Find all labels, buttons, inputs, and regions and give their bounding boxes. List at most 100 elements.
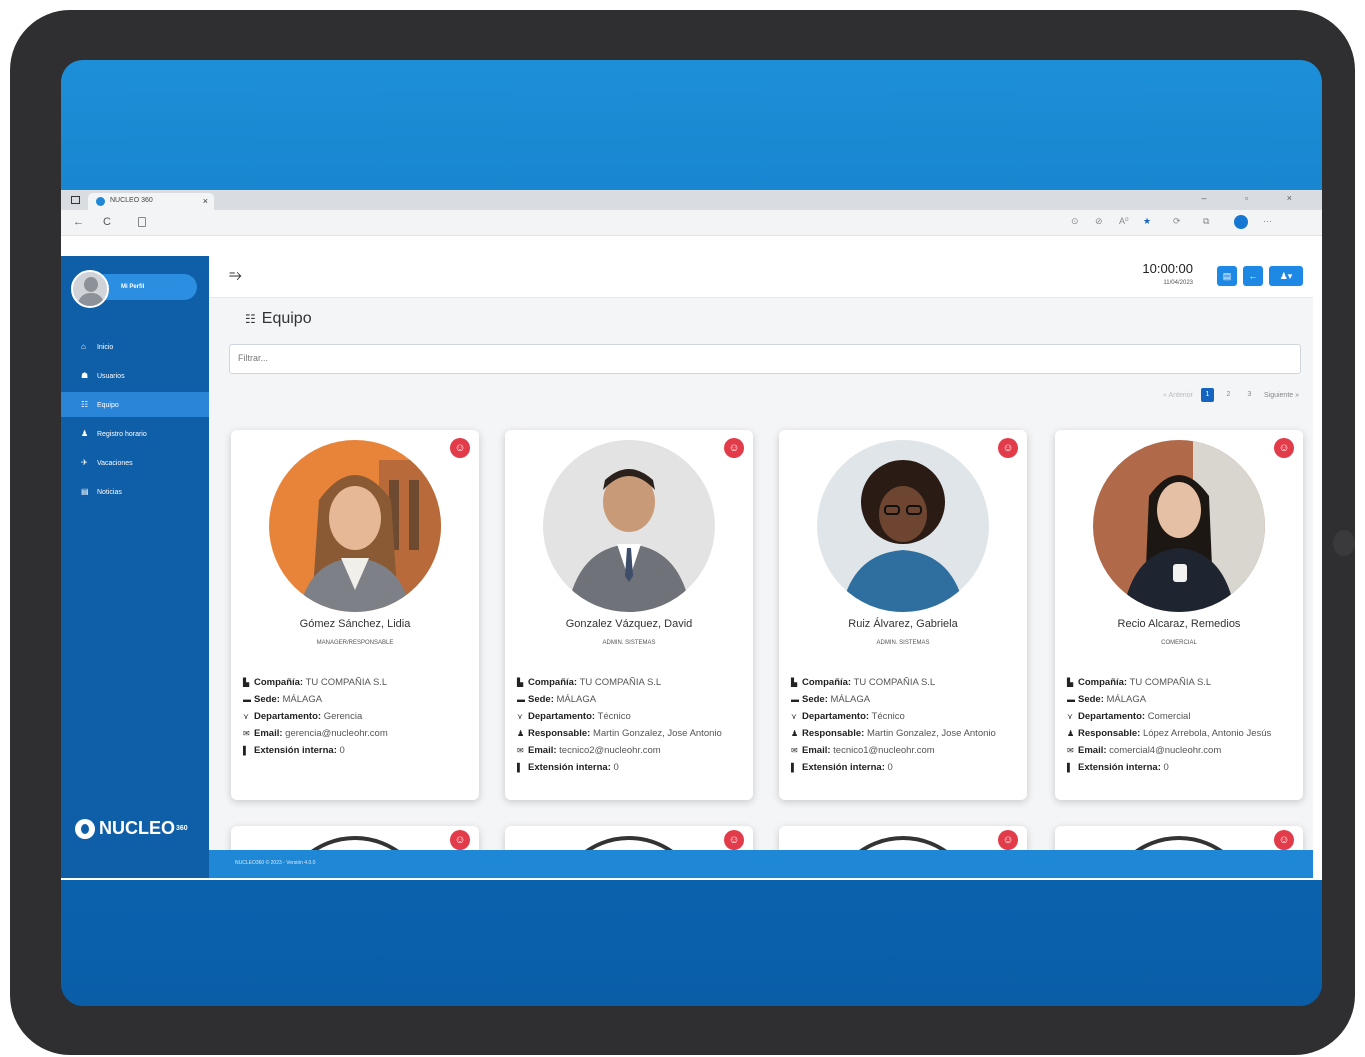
filter-input[interactable]: Filtrar... xyxy=(229,344,1301,374)
team-card[interactable]: ☺ Gonzalez Vázquez, David ADMIN. SISTEMA… xyxy=(505,430,753,800)
tablet-screen: NUCLEO 360 × – ▫ × ← C ⊙ ⊘ A⁰ ★ ⟳ ⧉ ⋯ Mi… xyxy=(61,60,1322,1006)
employee-name: Recio Alcaraz, Remedios xyxy=(1117,618,1241,630)
news-icon: ▤ xyxy=(81,487,89,496)
employee-photo xyxy=(1093,440,1265,612)
employee-name: Gómez Sánchez, Lidia xyxy=(299,618,411,630)
sidebar-item-vacaciones[interactable]: ✈ Vacaciones xyxy=(61,450,209,475)
tracking-icon[interactable]: ⊙ xyxy=(1071,216,1079,227)
employee-name: Gonzalez Vázquez, David xyxy=(565,618,693,630)
browser-profile-icon[interactable] xyxy=(1234,215,1248,229)
sidebar-item-usuarios[interactable]: ☗ Usuarios xyxy=(61,363,209,388)
pagination-page[interactable]: 3 xyxy=(1243,388,1256,402)
favorite-star-icon[interactable]: ★ xyxy=(1143,216,1151,227)
detail-extension: ▌ Extensión interna: 0 xyxy=(791,759,1017,776)
url-field[interactable] xyxy=(138,217,146,227)
tab-actions-icon[interactable] xyxy=(71,196,80,204)
vacation-icon: ✈ xyxy=(81,458,88,467)
clock-time: 10:00:00 xyxy=(1142,261,1193,276)
phone-icon: ▌ xyxy=(1067,763,1073,772)
team-card[interactable]: ☺ xyxy=(231,430,479,800)
envelope-icon: ✉ xyxy=(243,729,250,738)
avatar-head xyxy=(84,277,98,292)
team-icon: ☷ xyxy=(81,400,89,409)
window-controls[interactable]: – ▫ × xyxy=(1202,193,1310,203)
detail-department: ⋎ Departamento: Técnico xyxy=(791,708,1017,725)
profile-alert-icon[interactable]: ☺ xyxy=(724,438,744,458)
employee-details: ▙ Compañía: TU COMPAÑIA S.L ▬ Sede: MÁLAGA… xyxy=(243,674,469,759)
location-icon: ▬ xyxy=(791,695,799,704)
location-icon: ▬ xyxy=(243,695,251,704)
clock-date: 11/04/2023 xyxy=(1163,280,1193,286)
detail-department: ⋎ Departamento: Comercial xyxy=(1067,708,1293,725)
pagination-page[interactable]: 1 xyxy=(1200,388,1214,402)
profile-alert-icon[interactable]: ☺ xyxy=(998,438,1018,458)
detail-company: ▙ Compañía: TU COMPAÑIA S.L xyxy=(791,674,1017,691)
factory-icon: ▙ xyxy=(791,678,798,687)
detail-responsible: ♟ Responsable: Martin Gonzalez, Jose Anto… xyxy=(791,725,1017,742)
avatar[interactable] xyxy=(71,270,109,308)
sidebar-item-label: Inicio xyxy=(96,344,114,351)
detail-company: ▙ Compañía: TU COMPAÑIA S.L xyxy=(517,674,743,691)
more-icon[interactable]: ⋯ xyxy=(1263,216,1272,227)
phone-icon: ▌ xyxy=(517,763,523,772)
detail-department: ⋎ Departamento: Técnico xyxy=(517,708,743,725)
brand-sup: 360 xyxy=(176,825,188,832)
block-icon[interactable]: ⊘ xyxy=(1095,216,1103,227)
detail-site: ▬ Sede: MÁLAGA xyxy=(243,691,469,708)
pagination-prev[interactable]: « Anterior xyxy=(1163,392,1193,399)
extensions-icon[interactable]: ⟳ xyxy=(1173,216,1181,227)
department-icon: ⋎ xyxy=(1067,712,1073,721)
logout-button[interactable]: ← xyxy=(1243,266,1263,286)
sidebar-item-label: Vacaciones xyxy=(96,460,133,467)
reload-icon[interactable]: C xyxy=(103,216,111,228)
read-aloud-icon[interactable]: A⁰ xyxy=(1119,216,1129,227)
pagination: « Anterior 1 2 3 Siguiente » xyxy=(1163,388,1299,402)
envelope-icon: ✉ xyxy=(791,746,798,755)
team-card[interactable]: ☺ xyxy=(779,826,1027,850)
page-title-text: Equipo xyxy=(261,310,312,327)
brand-name: NUCLEO xyxy=(99,818,175,838)
profile-alert-icon[interactable]: ☺ xyxy=(450,830,470,850)
profile-alert-icon[interactable]: ☺ xyxy=(450,438,470,458)
collections-icon[interactable]: ⧉ xyxy=(1203,216,1209,227)
team-card[interactable]: ☺ xyxy=(505,826,753,850)
profile-alert-icon[interactable]: ☺ xyxy=(1274,438,1294,458)
tab-title: NUCLEO 360 xyxy=(110,197,153,204)
pagination-next[interactable]: Siguiente » xyxy=(1264,392,1299,399)
sidebar-item-equipo[interactable]: ☷ Equipo xyxy=(61,392,209,417)
tab-close-icon[interactable]: × xyxy=(203,196,208,206)
detail-site: ▬ Sede: MÁLAGA xyxy=(517,691,743,708)
department-icon: ⋎ xyxy=(243,712,249,721)
detail-email: ✉ Email: tecnico1@nucleohr.com xyxy=(791,742,1017,759)
team-icon: ☷ xyxy=(245,312,256,326)
profile-alert-icon[interactable]: ☺ xyxy=(724,830,744,850)
sidebar-item-inicio[interactable]: ⌂ Inicio xyxy=(61,334,209,359)
employee-photo xyxy=(269,440,441,612)
envelope-icon: ✉ xyxy=(1067,746,1074,755)
pagination-page[interactable]: 2 xyxy=(1222,388,1235,402)
employee-photo xyxy=(817,440,989,612)
employee-photo xyxy=(1103,836,1255,850)
employee-photo xyxy=(553,836,705,850)
browser-tab[interactable]: NUCLEO 360 × xyxy=(88,193,214,210)
sidebar-item-registro-horario[interactable]: ♟ Registro horario xyxy=(61,421,209,446)
team-card[interactable]: ☺ xyxy=(1055,826,1303,850)
sidebar: Mi Perfil ⌂ Inicio ☗ Usuarios ☷ Equipo ♟… xyxy=(61,256,209,878)
user-menu-button[interactable]: ♟▾ xyxy=(1269,266,1303,286)
app-container: Mi Perfil ⌂ Inicio ☗ Usuarios ☷ Equipo ♟… xyxy=(61,256,1313,878)
sidebar-item-noticias[interactable]: ▤ Noticias xyxy=(61,479,209,504)
team-card[interactable]: ☺ Recio Alcaraz, Remedios COMERCIAL ▙ Co… xyxy=(1055,430,1303,800)
profile-alert-icon[interactable]: ☺ xyxy=(1274,830,1294,850)
detail-department: ⋎ Departamento: Gerencia xyxy=(243,708,469,725)
menu-toggle-icon[interactable]: ⥱ xyxy=(229,267,242,285)
sidebar-item-label: Usuarios xyxy=(96,373,125,380)
back-icon[interactable]: ← xyxy=(73,216,84,228)
brand-logo: NUCLEO 360 xyxy=(75,818,188,839)
register-button[interactable]: ▤ xyxy=(1217,266,1237,286)
location-icon: ▬ xyxy=(517,695,525,704)
team-card[interactable]: ☺ xyxy=(231,826,479,850)
team-card[interactable]: ☺ Ruiz Álvarez, Gabriela ADMIN. SISTEMAS… xyxy=(779,430,1027,800)
tablet-frame: NUCLEO 360 × – ▫ × ← C ⊙ ⊘ A⁰ ★ ⟳ ⧉ ⋯ Mi… xyxy=(10,10,1355,1055)
page-title: ☷ Equipo xyxy=(245,310,312,328)
profile-alert-icon[interactable]: ☺ xyxy=(998,830,1018,850)
